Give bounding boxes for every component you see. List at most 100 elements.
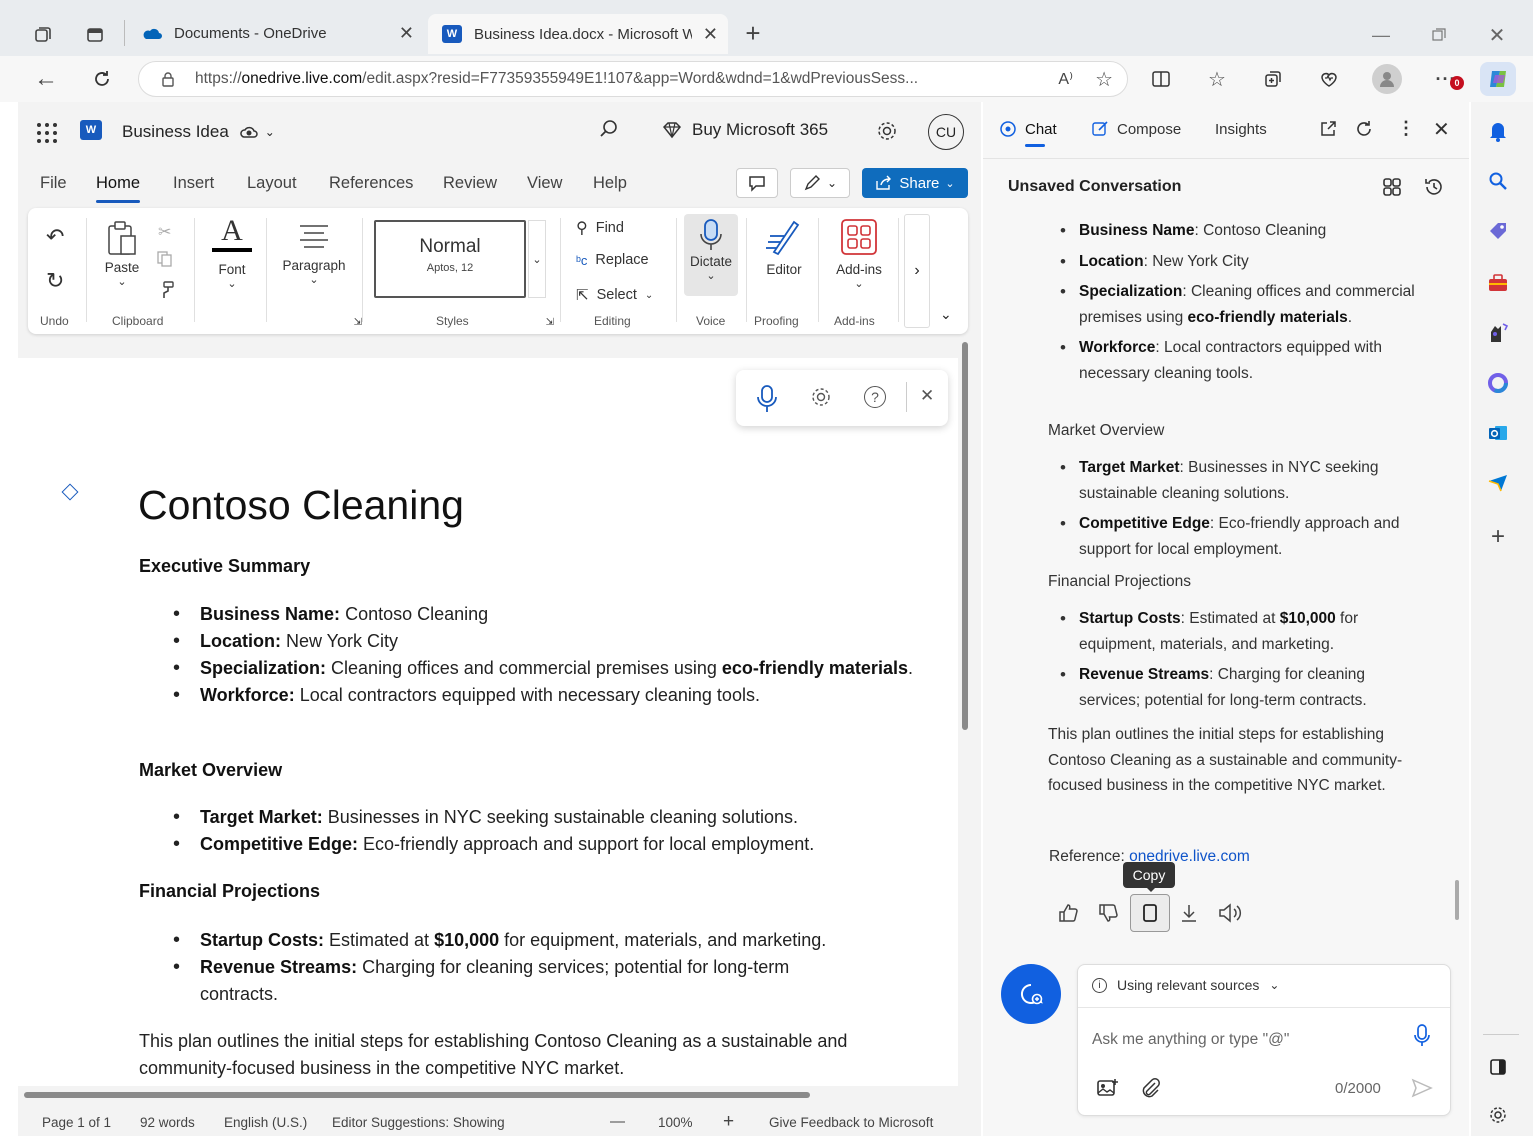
hide-sidebar-icon[interactable]: [1485, 1054, 1511, 1080]
address-bar[interactable]: https://onedrive.live.com/edit.aspx?resi…: [138, 61, 1128, 97]
tools-briefcase-icon[interactable]: [1485, 270, 1511, 296]
download-icon[interactable]: [1179, 902, 1199, 924]
zoom-out-button[interactable]: —: [610, 1113, 625, 1130]
menu-view[interactable]: View: [527, 174, 562, 193]
thumbs-down-icon[interactable]: [1097, 902, 1119, 924]
voice-input-icon[interactable]: [1412, 1023, 1432, 1049]
outlook-icon[interactable]: [1485, 420, 1511, 446]
copy-button[interactable]: [1130, 894, 1170, 932]
comments-button[interactable]: [736, 168, 778, 198]
settings-gear-icon[interactable]: [876, 120, 898, 142]
drop-send-icon[interactable]: [1485, 470, 1511, 496]
sidebar-settings-gear-icon[interactable]: [1485, 1102, 1511, 1128]
cut-icon[interactable]: ✂: [158, 222, 171, 242]
profile-avatar[interactable]: [1372, 64, 1402, 94]
font-button[interactable]: A Font ⌄: [204, 214, 260, 328]
close-tab-icon[interactable]: ✕: [399, 23, 414, 44]
workspaces-icon[interactable]: [30, 22, 56, 48]
new-topic-button[interactable]: [1001, 964, 1061, 1024]
zoom-in-button[interactable]: +: [723, 1111, 734, 1133]
close-dictation-icon[interactable]: ✕: [920, 386, 934, 406]
minimize-icon[interactable]: —: [1368, 22, 1394, 48]
vertical-scrollbar[interactable]: [962, 342, 968, 730]
help-icon[interactable]: ?: [864, 386, 886, 408]
chat-scrollbar[interactable]: [1455, 880, 1459, 920]
add-image-icon[interactable]: [1096, 1077, 1120, 1099]
split-screen-icon[interactable]: [1148, 66, 1174, 92]
tab-insights[interactable]: Insights: [1215, 121, 1267, 138]
chat-input[interactable]: Ask me anything or type "@": [1092, 1031, 1402, 1049]
menu-references[interactable]: References: [329, 174, 413, 193]
menu-insert[interactable]: Insert: [173, 174, 214, 193]
menu-file[interactable]: File: [40, 174, 67, 193]
copy-icon[interactable]: [156, 250, 174, 268]
buy-microsoft-365-button[interactable]: Buy Microsoft 365: [662, 120, 828, 140]
collections-icon[interactable]: [1260, 66, 1286, 92]
more-options-icon[interactable]: ⋮: [1397, 118, 1415, 139]
addins-button[interactable]: Add-ins ⌄ Add-ins: [824, 214, 894, 328]
microsoft-365-icon[interactable]: [1485, 370, 1511, 396]
add-sidebar-app-icon[interactable]: +: [1485, 523, 1511, 550]
search-icon[interactable]: [1485, 168, 1511, 194]
settings-more-icon[interactable]: ··· 0: [1428, 66, 1464, 92]
zoom-level[interactable]: 100%: [658, 1115, 693, 1130]
sources-dropdown[interactable]: i Using relevant sources ⌄: [1092, 977, 1279, 993]
tab-onedrive[interactable]: Documents - OneDrive ✕: [132, 14, 422, 52]
editing-mode-button[interactable]: ⌄: [790, 168, 850, 198]
open-in-new-window-icon[interactable]: [1319, 120, 1337, 138]
give-feedback-link[interactable]: Give Feedback to Microsoft: [769, 1115, 933, 1130]
style-normal-tile[interactable]: Normal Aptos, 12: [374, 220, 526, 298]
attach-file-icon[interactable]: [1140, 1077, 1162, 1099]
favorite-star-icon[interactable]: ☆: [1095, 67, 1113, 92]
send-icon[interactable]: [1410, 1077, 1434, 1099]
select-button[interactable]: ⇱ Select ⌄: [576, 286, 653, 304]
replace-button[interactable]: ᵇc Replace: [576, 252, 649, 268]
microphone-icon[interactable]: [756, 384, 778, 414]
refresh-icon[interactable]: [1355, 120, 1373, 138]
tab-chat[interactable]: Chat: [999, 120, 1057, 147]
thumbs-up-icon[interactable]: [1057, 902, 1079, 924]
document-name[interactable]: Business Idea ⌄: [122, 122, 275, 142]
restore-icon[interactable]: [1426, 22, 1452, 48]
find-button[interactable]: ⚲ Find: [576, 218, 624, 238]
paragraph-button[interactable]: Paragraph ⌄ ⇲: [274, 214, 362, 328]
undo-icon[interactable]: ↶: [46, 224, 64, 250]
paste-button[interactable]: Paste ⌄: [100, 220, 144, 288]
heading-collapse-icon[interactable]: [61, 483, 79, 501]
games-icon[interactable]: [1485, 320, 1511, 346]
close-pane-icon[interactable]: ✕: [1433, 117, 1450, 142]
redo-icon[interactable]: ↻: [46, 268, 64, 294]
tab-actions-icon[interactable]: [82, 22, 108, 48]
shopping-tag-icon[interactable]: [1485, 218, 1511, 244]
copilot-icon[interactable]: [1480, 62, 1516, 96]
tab-compose[interactable]: Compose: [1091, 120, 1181, 138]
editor-button[interactable]: Editor Proofing: [752, 214, 816, 328]
dialog-launcher-icon[interactable]: ⇲: [354, 317, 362, 328]
new-topic-grid-icon[interactable]: [1381, 176, 1403, 198]
browser-essentials-icon[interactable]: [1316, 66, 1342, 92]
menu-help[interactable]: Help: [593, 174, 627, 193]
back-arrow-icon[interactable]: ←: [32, 65, 60, 92]
search-icon[interactable]: [598, 118, 622, 142]
ribbon-scroll-right[interactable]: ›: [904, 214, 930, 328]
user-avatar[interactable]: CU: [928, 114, 964, 150]
close-window-icon[interactable]: ✕: [1484, 22, 1510, 48]
read-aloud-icon[interactable]: [1217, 902, 1245, 924]
menu-review[interactable]: Review: [443, 174, 497, 193]
close-tab-icon[interactable]: ✕: [703, 24, 718, 45]
document-canvas[interactable]: ? ✕ Contoso Cleaning Executive Summary B…: [18, 358, 958, 1086]
app-launcher-icon[interactable]: [36, 122, 58, 144]
refresh-icon[interactable]: [88, 66, 116, 92]
menu-home[interactable]: Home: [96, 174, 141, 203]
notifications-bell-icon[interactable]: [1485, 118, 1511, 144]
language-status[interactable]: English (U.S.): [224, 1115, 307, 1130]
favorites-icon[interactable]: ☆: [1204, 66, 1230, 92]
menu-layout[interactable]: Layout: [247, 174, 297, 193]
word-count[interactable]: 92 words: [140, 1115, 195, 1130]
format-painter-icon[interactable]: [156, 280, 176, 300]
share-button[interactable]: Share ⌄: [862, 168, 968, 198]
horizontal-scrollbar[interactable]: [24, 1092, 810, 1098]
read-aloud-icon[interactable]: A⁾: [1058, 69, 1073, 89]
editor-suggestions-status[interactable]: Editor Suggestions: Showing: [332, 1115, 505, 1130]
dictate-button[interactable]: Dictate ⌄: [684, 214, 738, 296]
